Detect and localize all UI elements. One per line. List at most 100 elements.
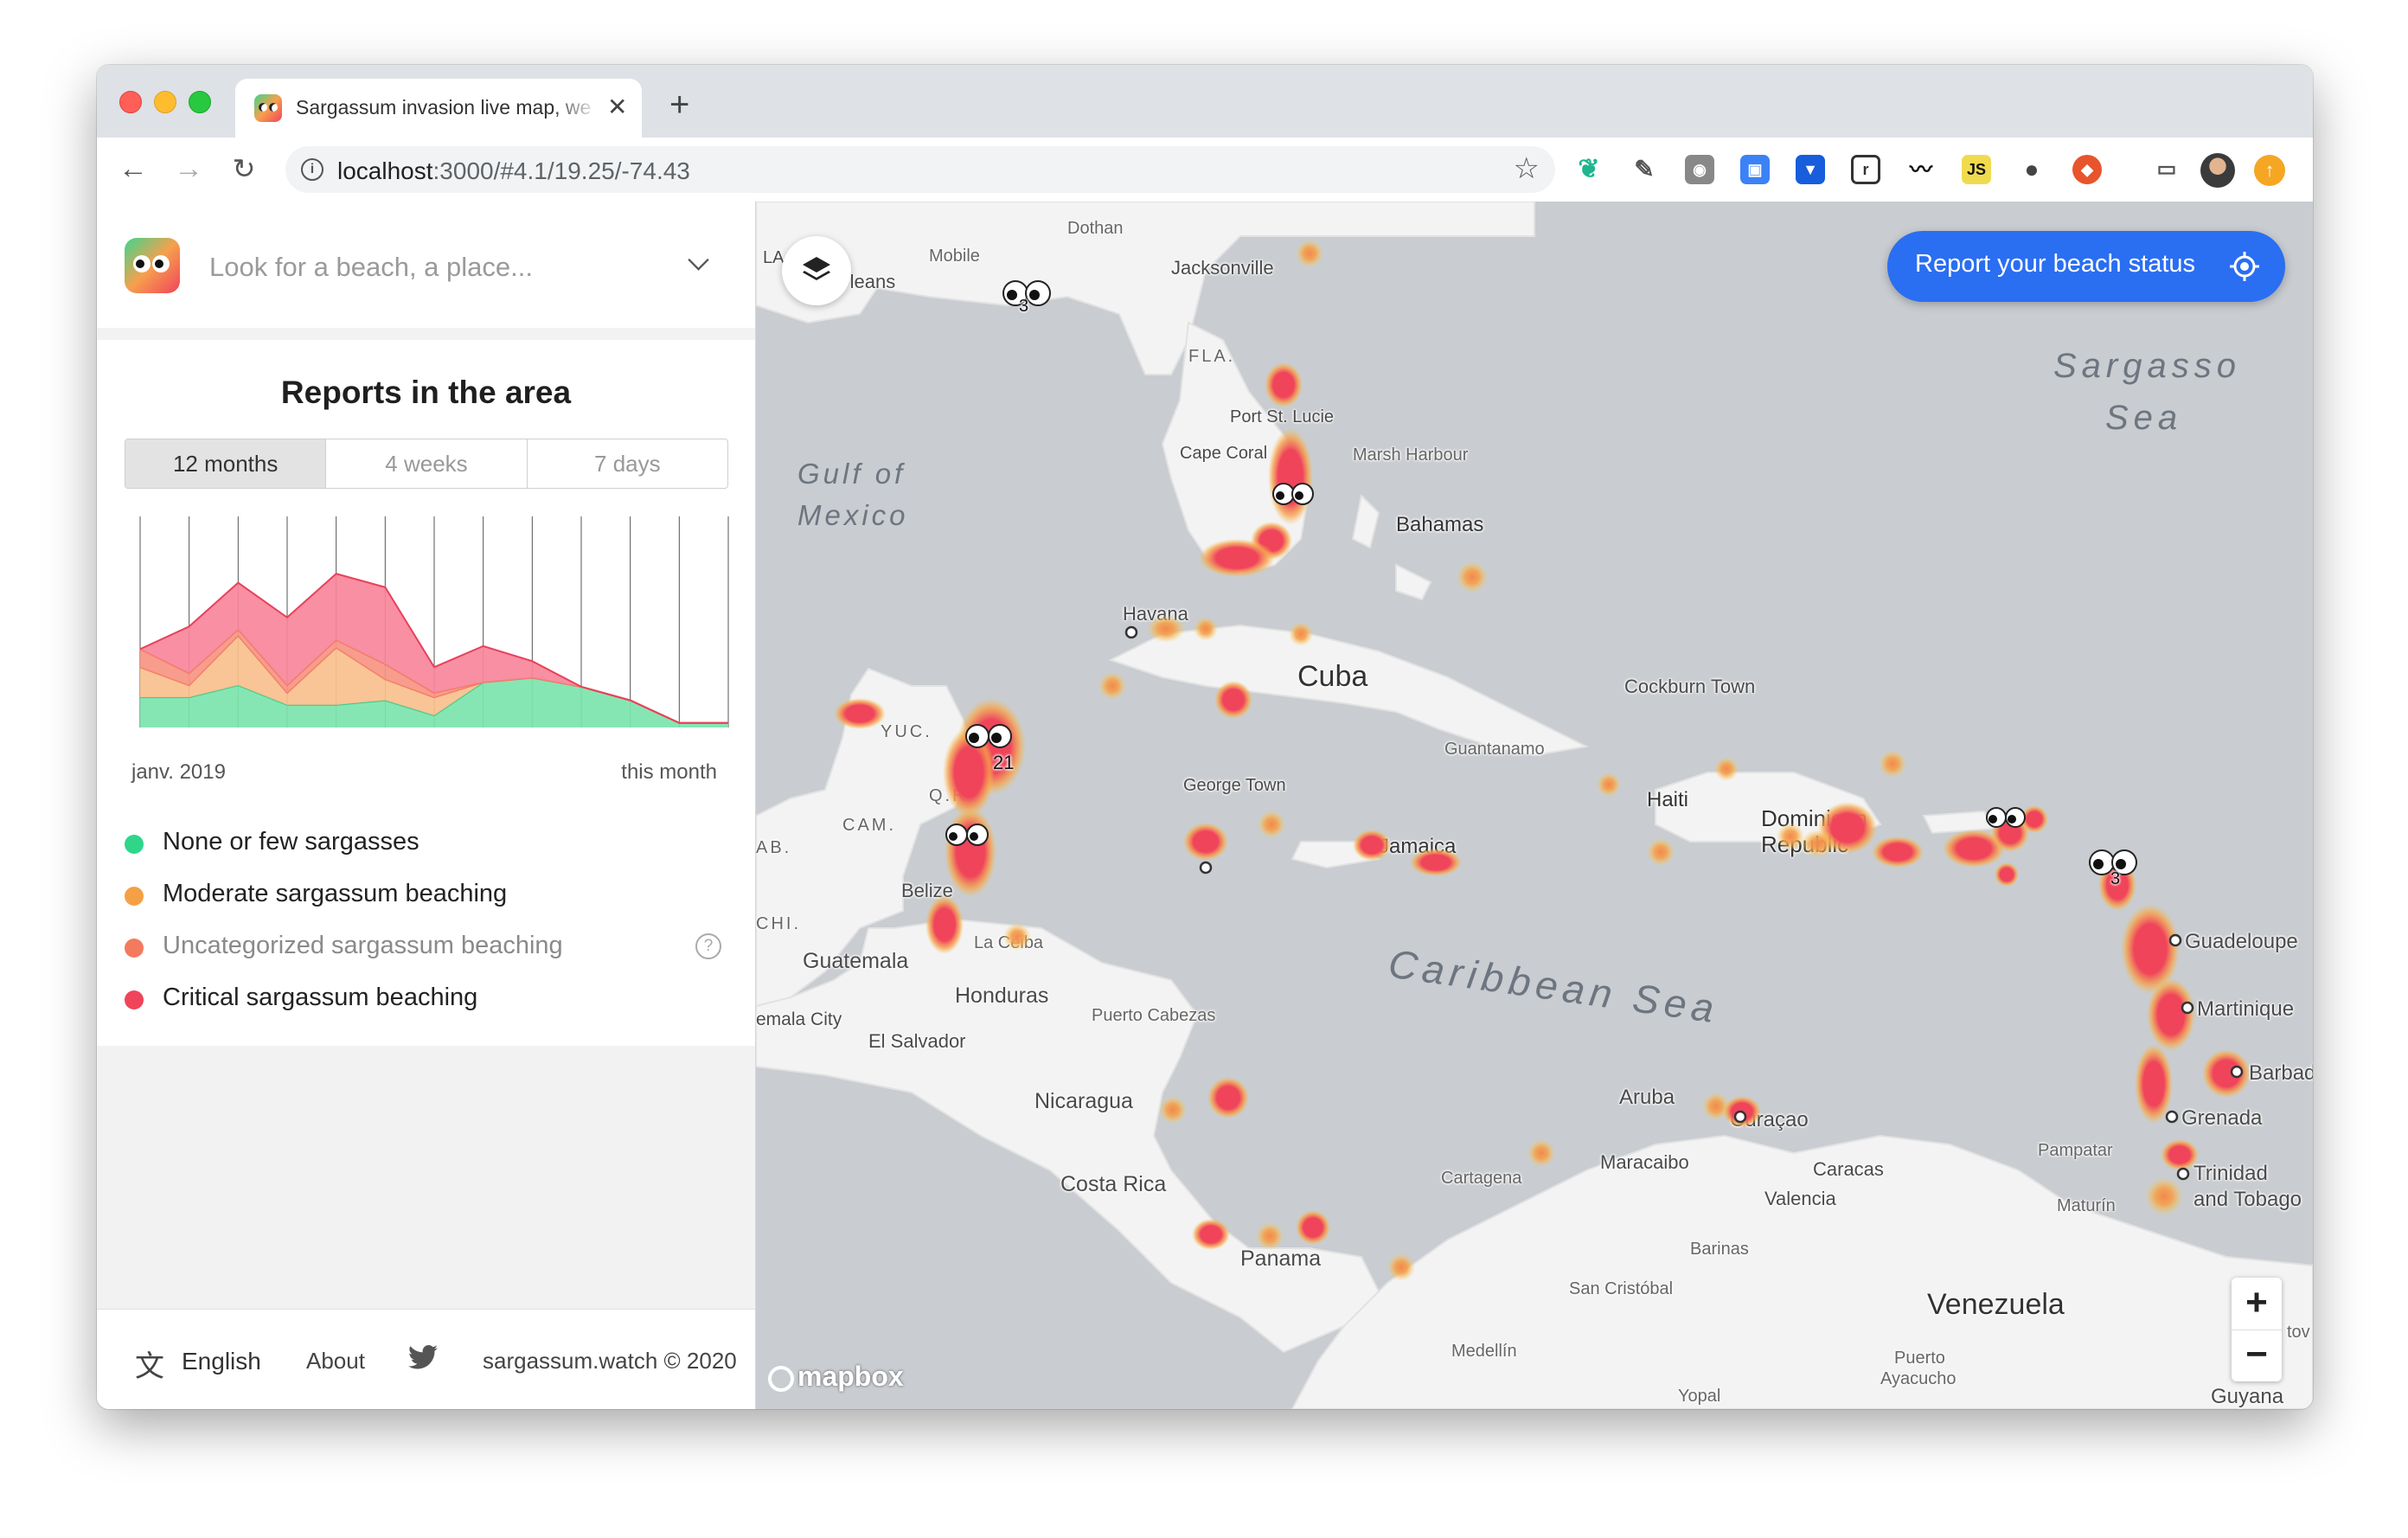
layers-icon [803, 257, 830, 280]
heat-spot [834, 698, 886, 729]
heat-spot [1098, 672, 1126, 700]
legend-item-uncategorized: Uncategorized sargassum beaching ? [125, 928, 730, 980]
back-button[interactable]: ← [116, 151, 150, 186]
shield-extension-icon[interactable]: ▼ [1796, 155, 1825, 184]
close-tab-icon[interactable]: ✕ [607, 93, 627, 122]
tab-strip: Sargassum invasion live map, we ✕ + [97, 65, 2313, 138]
js-extension-icon[interactable]: JS [1962, 155, 1991, 184]
url-path: :3000/#4.1/19.25/-74.43 [432, 157, 690, 184]
zoom-in-button[interactable]: + [2232, 1278, 2282, 1330]
city-marker [2181, 1001, 2194, 1015]
heat-spot [1353, 830, 1391, 861]
legend-dot [125, 990, 144, 1009]
heat-spot [1879, 750, 1906, 778]
heat-spot [2161, 1139, 2199, 1170]
heat-spot [1387, 1253, 1415, 1281]
search-bar [97, 202, 755, 329]
browser-tab[interactable]: Sargassum invasion live map, we ✕ [235, 79, 642, 138]
heat-spot [1265, 362, 1303, 407]
legend-item-moderate: Moderate sargassum beaching [125, 876, 730, 928]
twitter-icon[interactable] [408, 1344, 438, 1370]
legend-dot [125, 887, 144, 906]
heat-spot [2145, 1177, 2183, 1215]
info-icon[interactable]: i [301, 158, 323, 181]
app-logo-icon [125, 238, 180, 293]
city-marker [2230, 1065, 2244, 1079]
city-marker [2168, 933, 2182, 947]
maximize-window-button[interactable] [189, 91, 211, 113]
legend-item-critical: Critical sargassum beaching [125, 980, 730, 1032]
range-7-days[interactable]: 7 days [526, 439, 727, 488]
url-text[interactable]: localhost:3000/#4.1/19.25/-74.43 [337, 157, 690, 185]
bubbles-extension-icon[interactable]: ● [2017, 155, 2046, 184]
chevron-down-icon[interactable] [688, 249, 709, 271]
heat-spot [925, 895, 964, 954]
close-window-button[interactable] [119, 91, 142, 113]
report-button-label: Report your beach status [1915, 250, 2196, 278]
cluster-count[interactable]: 3 [2110, 869, 2120, 889]
heat-spot [1214, 681, 1252, 719]
new-tab-button[interactable]: + [669, 87, 689, 122]
heat-spot [1647, 838, 1675, 866]
cluster-count[interactable]: 21 [993, 752, 1014, 774]
language-selector[interactable]: English [182, 1348, 261, 1375]
heat-spot [1147, 615, 1185, 643]
about-link[interactable]: About [306, 1348, 365, 1375]
copyright: sargassum.watch © 2020 [483, 1348, 737, 1374]
wave-extension-icon[interactable]: 〰 [1906, 155, 1936, 184]
legend: None or few sargasses Moderate sargassum… [125, 824, 730, 1032]
camera-icon[interactable]: ◉ [1685, 155, 1714, 184]
extension-orange-icon[interactable]: ◆ [2072, 155, 2102, 184]
legend-label: Uncategorized sargassum beaching [163, 932, 563, 959]
forward-button[interactable]: → [171, 151, 206, 186]
translate-icon[interactable]: 文 [135, 1343, 164, 1385]
heat-spot [1296, 240, 1323, 267]
heat-spot [1194, 617, 1218, 641]
mapbox-logo[interactable]: mapbox [768, 1361, 904, 1393]
heat-spot [1597, 772, 1621, 797]
heat-spot [2135, 1044, 2173, 1124]
cast-icon[interactable]: ▭ [2152, 155, 2181, 184]
range-4-weeks[interactable]: 4 weeks [325, 439, 526, 488]
eyedropper-icon[interactable]: ✎ [1630, 155, 1659, 184]
zoom-out-button[interactable]: − [2232, 1330, 2282, 1381]
range-selector: 12 months 4 weeks 7 days [125, 439, 728, 489]
heat-spot [1192, 1219, 1230, 1250]
sargassum-eyes [945, 280, 2137, 875]
heat-spot [1207, 1077, 1249, 1118]
frame-extension-icon[interactable]: r [1851, 155, 1880, 184]
heat-spot [1199, 539, 1275, 577]
sidebar-empty-area [97, 1046, 755, 1309]
reload-button[interactable]: ↻ [227, 151, 261, 186]
layers-button[interactable] [782, 236, 851, 305]
heat-spot [1258, 811, 1285, 838]
zoom-control: + − [2232, 1278, 2282, 1381]
heat-spot [1714, 757, 1739, 781]
legend-dot [125, 835, 144, 854]
help-icon[interactable]: ? [695, 933, 721, 959]
heatmap-overlay [834, 240, 2251, 1281]
minimize-window-button[interactable] [154, 91, 176, 113]
update-icon[interactable]: ↑ [2254, 155, 2285, 186]
report-beach-status-button[interactable]: Report your beach status [1887, 231, 2285, 302]
heat-spot [1268, 428, 1313, 525]
legend-label: None or few sargasses [163, 828, 419, 856]
search-input[interactable] [208, 245, 678, 290]
heat-spot [2147, 978, 2195, 1051]
extension-blue-icon[interactable]: ▣ [1740, 155, 1770, 184]
sidebar: Reports in the area 12 months 4 weeks 7 … [97, 202, 756, 1409]
favicon-icon [254, 94, 282, 122]
city-marker [2176, 1167, 2190, 1181]
extension-bird-icon[interactable]: ❦ [1574, 155, 1604, 184]
bookmark-star-icon[interactable]: ☆ [1514, 151, 1540, 186]
map[interactable]: Gulf of Mexico Sargasso Sea Caribbean Se… [756, 202, 2313, 1409]
range-12-months[interactable]: 12 months [125, 439, 326, 488]
city-marker [1124, 625, 1138, 639]
address-bar[interactable]: i localhost:3000/#4.1/19.25/-74.43 ☆ [285, 146, 1555, 193]
city-marker [1733, 1110, 1747, 1124]
avatar[interactable] [2200, 153, 2235, 188]
cluster-count[interactable]: 3 [1019, 297, 1028, 317]
heat-spot [945, 807, 996, 897]
city-marker [1199, 861, 1213, 875]
heat-spot [1995, 862, 2019, 887]
